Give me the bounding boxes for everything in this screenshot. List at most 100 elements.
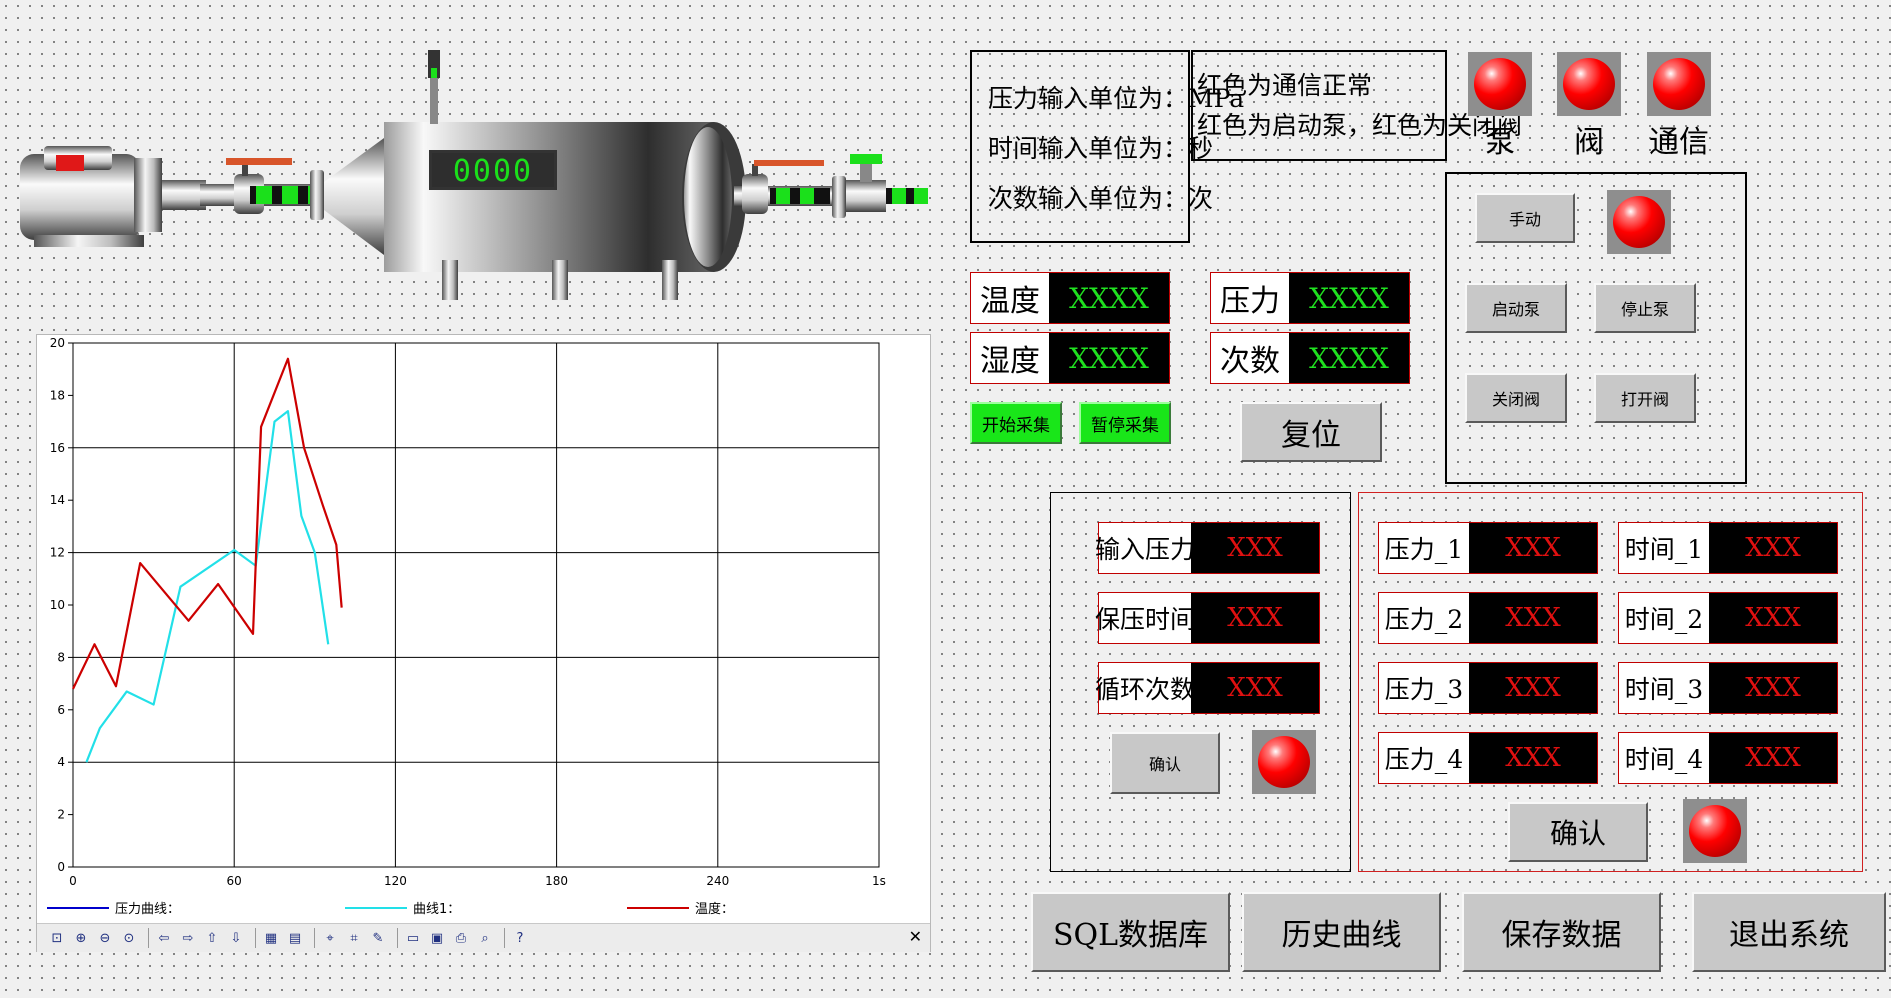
chart-edit-icon[interactable]: ▦: [261, 928, 281, 948]
pan-up-icon[interactable]: ⇧: [202, 928, 222, 948]
legend-pressure: 压力曲线：: [47, 898, 180, 917]
confirm-params-button[interactable]: 确认: [1110, 732, 1220, 794]
stage-3-time-field: 时间_3 XXX: [1618, 662, 1838, 714]
start-pump-button[interactable]: 启动泵: [1465, 283, 1567, 333]
valve-status-led: [1557, 52, 1621, 116]
pan-down-icon[interactable]: ⇩: [226, 928, 246, 948]
stop-pump-button[interactable]: 停止泵: [1594, 283, 1696, 333]
outlet-pipe: [734, 154, 928, 218]
stage-3-pressure-label: 压力_3: [1384, 675, 1464, 704]
history-curve-button[interactable]: 历史曲线: [1242, 892, 1441, 972]
cycle-count-value[interactable]: XXX: [1191, 663, 1319, 713]
y-tick-label: 18: [50, 388, 65, 402]
y-tick-label: 14: [50, 493, 65, 507]
trend-chart-panel: 0 60 120 180 240 1s 0 2 4 6 8 10 12 14 16 18 20 压力曲线： 曲线…: [36, 334, 931, 952]
help-icon[interactable]: ?: [510, 928, 530, 948]
manual-led-lamp: [1613, 196, 1665, 248]
y-tick-label: 4: [57, 755, 65, 769]
stage-2-time-label: 时间_2: [1624, 605, 1704, 634]
reset-button[interactable]: 复位: [1240, 402, 1382, 462]
open-icon[interactable]: ▭: [403, 928, 423, 948]
zoom-box-icon[interactable]: ⊡: [47, 928, 67, 948]
stage-3-time-label: 时间_3: [1624, 675, 1704, 704]
manual-status-led: [1607, 190, 1671, 254]
pressure-value: XXXX: [1289, 273, 1409, 323]
stage-4-pressure-field: 压力_4 XXX: [1378, 732, 1598, 784]
stages-status-led: [1683, 799, 1747, 863]
stage-3-pressure-value[interactable]: XXX: [1469, 663, 1597, 713]
save-icon[interactable]: ▣: [427, 928, 447, 948]
input-pressure-label: 输入压力: [1095, 535, 1196, 564]
hold-time-value[interactable]: XXX: [1191, 593, 1319, 643]
stage-1-time-value[interactable]: XXX: [1709, 523, 1837, 573]
humidity-value: XXXX: [1049, 333, 1169, 383]
pressure-label: 压力: [1220, 284, 1280, 319]
params-led-lamp: [1258, 736, 1310, 788]
x-tick-label: 0: [69, 874, 77, 888]
stage-2-time-value[interactable]: XXX: [1709, 593, 1837, 643]
close-valve-button[interactable]: 关闭阀: [1465, 373, 1567, 423]
stage-1-pressure-label: 压力_1: [1384, 535, 1464, 564]
pump-label: 泵: [1485, 125, 1515, 160]
start-collect-button[interactable]: 开始采集: [970, 402, 1062, 444]
equipment-diagram: 0000: [20, 50, 928, 300]
y-tick-label: 2: [57, 808, 65, 822]
tank-display: 0000: [453, 154, 533, 189]
pump-motor: [20, 146, 206, 247]
y-tick-label: 20: [50, 336, 65, 350]
y-tick-label: 16: [50, 441, 65, 455]
stage-2-pressure-field: 压力_2 XXX: [1378, 592, 1598, 644]
cycle-count-label: 循环次数: [1095, 675, 1196, 704]
humidity-readout: 湿度 XXXX: [970, 332, 1170, 384]
valve-label: 阀: [1574, 125, 1604, 160]
trend-chart: 0 60 120 180 240 1s 0 2 4 6 8 10 12 14 16 18 20: [50, 336, 886, 888]
properties-icon[interactable]: ✎: [368, 928, 388, 948]
zoom-in-icon[interactable]: ⊕: [71, 928, 91, 948]
sql-database-button[interactable]: SQL数据库: [1031, 892, 1230, 972]
cursor-icon[interactable]: ⌖: [320, 928, 340, 948]
grid-icon[interactable]: ▤: [285, 928, 305, 948]
stage-2-pressure-value[interactable]: XXX: [1469, 593, 1597, 643]
pause-collect-button[interactable]: 暂停采集: [1079, 402, 1171, 444]
open-valve-button[interactable]: 打开阀: [1594, 373, 1696, 423]
stages-led-lamp: [1689, 805, 1741, 857]
close-icon[interactable]: ✕: [909, 927, 922, 946]
y-tick-label: 6: [57, 703, 65, 717]
value-icon[interactable]: ⌗: [344, 928, 364, 948]
stage-4-time-value[interactable]: XXX: [1709, 733, 1837, 783]
stage-2-pressure-label: 压力_2: [1384, 605, 1464, 634]
save-data-button[interactable]: 保存数据: [1462, 892, 1661, 972]
stage-4-pressure-value[interactable]: XXX: [1469, 733, 1597, 783]
zoom-out-icon[interactable]: ⊖: [95, 928, 115, 948]
stage-1-pressure-value[interactable]: XXX: [1469, 523, 1597, 573]
plot-area: [72, 342, 880, 868]
confirm-stages-button[interactable]: 确认: [1508, 802, 1648, 862]
count-readout: 次数 XXXX: [1210, 332, 1410, 384]
pressure-readout: 压力 XXXX: [1210, 272, 1410, 324]
comm-label: 通信: [1649, 125, 1709, 160]
preview-icon[interactable]: ⌕: [475, 928, 495, 948]
manual-button[interactable]: 手动: [1475, 193, 1575, 243]
input-pressure-field: 输入压力 XXX: [1095, 522, 1320, 574]
valve-led-lamp: [1563, 58, 1615, 110]
stage-3-time-value[interactable]: XXX: [1709, 663, 1837, 713]
zoom-reset-icon[interactable]: ⊙: [119, 928, 139, 948]
stage-2-time-field: 时间_2 XXX: [1618, 592, 1838, 644]
pan-left-icon[interactable]: ⇦: [154, 928, 174, 948]
y-tick-label: 12: [50, 546, 65, 560]
color-note-comm: 红色为通信正常: [1197, 71, 1373, 100]
x-tick-label: 120: [384, 874, 407, 888]
exit-system-button[interactable]: 退出系统: [1692, 892, 1886, 972]
humidity-label: 湿度: [980, 344, 1040, 379]
y-tick-label: 0: [57, 860, 65, 874]
pan-right-icon[interactable]: ⇨: [178, 928, 198, 948]
hold-time-field: 保压时间 XXX: [1095, 592, 1320, 644]
chart-toolbar: ⊡ ⊕ ⊖ ⊙ ⇦ ⇨ ⇧ ⇩ ▦ ▤ ⌖ ⌗ ✎ ▭ ▣ ⎙ ⌕ ? ✕: [37, 923, 930, 952]
input-pressure-value[interactable]: XXX: [1191, 523, 1319, 573]
print-icon[interactable]: ⎙: [451, 928, 471, 948]
count-value: XXXX: [1289, 333, 1409, 383]
legend-curve1: 曲线1：: [345, 898, 460, 917]
unit-note-count: 次数输入单位为：次: [988, 184, 1214, 213]
stage-4-time-label: 时间_4: [1624, 745, 1704, 774]
stage-1-pressure-field: 压力_1 XXX: [1378, 522, 1598, 574]
